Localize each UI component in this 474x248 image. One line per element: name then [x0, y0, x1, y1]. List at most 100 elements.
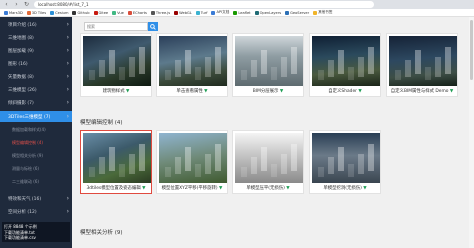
sidebar-item[interactable]: 倾斜摄影 (7) › — [0, 97, 72, 108]
bookmark-item[interactable]: 3D Tiles — [26, 10, 47, 15]
sidebar-item-label: 测量与标绘 (6) — [12, 165, 39, 171]
scrollbar-thumb[interactable] — [470, 20, 473, 80]
expand-triangle-icon[interactable]: ▼ — [362, 186, 366, 191]
example-card[interactable]: 单模型压平(无损伤) ▼ — [232, 130, 304, 194]
expand-triangle-icon[interactable]: ▼ — [278, 89, 283, 94]
thumbnail-building-shape — [405, 60, 411, 77]
example-card[interactable]: 模型位置XYZ平移(平移旋转) ▼ — [156, 130, 228, 194]
sidebar-item[interactable]: 二三维联动 (6) — [0, 176, 72, 187]
example-card[interactable]: 单击查看属性 ▼ — [156, 33, 228, 97]
reload-icon[interactable]: ↻ — [23, 1, 30, 8]
back-icon[interactable]: ‹ — [3, 1, 10, 8]
thumbnail-building-shape — [99, 60, 105, 77]
bookmark-icon — [127, 10, 132, 15]
thumbnail-building-shape — [328, 60, 334, 77]
bookmark-item[interactable]: Leaflet — [233, 10, 251, 15]
example-card-title: 建筑物样式 — [102, 89, 125, 94]
bookmark-icon — [174, 10, 179, 15]
thumbnail-building-shape — [358, 57, 364, 77]
expand-triangle-icon[interactable]: ▼ — [448, 89, 453, 94]
bookmark-label: API文档 — [216, 10, 230, 14]
example-card-title: 模型位置XYZ平移(平移旋转) — [161, 186, 218, 191]
thumbnail-building-shape — [195, 67, 201, 80]
chevron-right-icon: › — [66, 60, 69, 67]
expand-triangle-icon[interactable]: ▼ — [285, 186, 289, 191]
example-card-label: 建筑物样式 ▼ — [81, 88, 151, 96]
example-card[interactable]: 单模型挖洞(无损伤) ▼ — [309, 130, 381, 194]
example-card-title: BIM分层展示 — [252, 89, 279, 94]
sidebar-item[interactable]: 三维模型 (26) › — [0, 84, 72, 95]
sidebar-item[interactable]: 测量与标绘 (6) — [0, 163, 72, 174]
chevron-right-icon: › — [66, 47, 69, 54]
thumbnail-building-shape — [129, 154, 135, 174]
footer-link[interactable]: 下载功能清单.csv — [4, 235, 68, 241]
sidebar-item-label: 倾斜摄影 (7) — [8, 100, 34, 106]
thumbnail-building-shape — [119, 67, 125, 80]
bookmark-item[interactable]: OpenLayers — [254, 10, 281, 15]
sidebar-item-label: 矢量数据 (8) — [8, 74, 34, 80]
bookmark-label: Three.js — [155, 10, 171, 15]
thumbnail-building-shape — [215, 144, 221, 171]
bookmark-item[interactable]: Three.js — [150, 10, 171, 15]
thumbnail-building-shape — [175, 60, 181, 77]
search-input[interactable] — [84, 22, 148, 31]
bookmark-item[interactable]: Turf — [195, 10, 207, 15]
expand-triangle-icon[interactable]: ▼ — [357, 89, 361, 94]
thumbnail-building-shape — [251, 60, 257, 77]
sidebar-item[interactable]: 项目介绍 (16) › — [0, 19, 72, 30]
address-bar[interactable]: localhost:8080/#/list_7_1 — [34, 1, 374, 8]
bookmark-icon — [50, 10, 55, 15]
sidebar-item[interactable]: 矢量数据 (8) › — [0, 71, 72, 82]
thumbnail-building-shape — [318, 70, 324, 80]
example-card[interactable]: 自定义BIM属性与样式 Demo ▼ — [386, 33, 458, 97]
example-card[interactable]: BIM分层展示 ▼ — [232, 33, 304, 97]
bookmark-label: Vue — [117, 10, 124, 15]
thumbnail-building-shape — [129, 57, 135, 77]
bookmark-icon — [93, 10, 98, 15]
expand-triangle-icon[interactable]: ▼ — [141, 186, 145, 191]
bookmark-item[interactable]: Cesium — [50, 10, 68, 15]
bookmark-label: 3D Tiles — [31, 10, 47, 15]
thumbnail-building-shape — [338, 147, 344, 171]
sidebar-item[interactable]: 模型编辑控制 (4) — [0, 137, 72, 148]
sidebar-item-label: 空间分析 (12) — [8, 209, 37, 215]
bookmark-label: Mars3D — [9, 10, 23, 15]
sidebar-item[interactable]: 图形 (16) › — [0, 58, 72, 69]
sidebar-item[interactable]: 3DTiles三维模型 (7) › — [0, 111, 72, 122]
sidebar-item[interactable]: 模型相关分析 (9) — [0, 150, 72, 161]
expand-triangle-icon[interactable]: ▼ — [203, 89, 207, 94]
thumbnail-building-shape — [89, 70, 95, 80]
sidebar-item[interactable]: 特效和天气 (16) › — [0, 193, 72, 204]
bookmark-label: WebGL — [179, 10, 192, 15]
chevron-right-icon: › — [66, 113, 69, 120]
sidebar-item[interactable]: 三维地图 (8) › — [0, 32, 72, 43]
search-button[interactable] — [148, 22, 158, 31]
example-card[interactable]: 自定义Shader ▼ — [309, 33, 381, 97]
expand-triangle-icon[interactable]: ▼ — [125, 89, 129, 94]
bookmark-item[interactable]: Gitee — [93, 10, 108, 15]
sidebar-item[interactable]: 空间分析 (12) › — [0, 206, 72, 217]
expand-triangle-icon[interactable]: ▼ — [218, 186, 222, 191]
bookmark-item[interactable]: API文档 — [211, 10, 229, 15]
bookmark-item[interactable]: ECharts — [127, 10, 147, 15]
example-card-label: 单击查看属性 ▼ — [157, 88, 227, 96]
example-thumbnail — [83, 133, 151, 183]
example-card[interactable]: 建筑物样式 ▼ — [80, 33, 152, 97]
thumbnail-building-shape — [328, 157, 334, 174]
forward-icon[interactable]: › — [13, 1, 20, 8]
sidebar-item[interactable]: 数据加载和样式(4) — [0, 124, 72, 135]
bookmark-item[interactable]: GeoServer — [285, 10, 309, 15]
thumbnail-building-shape — [395, 70, 401, 80]
sidebar-item-label: 模型相关分析 (9) — [12, 152, 43, 158]
bookmark-item[interactable]: Vue — [112, 10, 124, 15]
bookmark-item[interactable]: Mars3D — [4, 10, 23, 15]
example-thumbnail — [159, 133, 227, 183]
example-card-label: 自定义BIM属性与样式 Demo ▼ — [387, 88, 457, 96]
bookmark-item[interactable]: 其他书签 — [313, 10, 332, 15]
chevron-right-icon: › — [66, 208, 69, 215]
sidebar-item[interactable]: 图层加载 (9) › — [0, 45, 72, 56]
bookmark-item[interactable]: WebGL — [174, 10, 192, 15]
bookmark-item[interactable]: Github — [72, 10, 90, 15]
thumbnail-building-shape — [271, 67, 277, 80]
example-card[interactable]: 3dtiles模型位置及姿态编辑 ▼ — [80, 130, 152, 194]
